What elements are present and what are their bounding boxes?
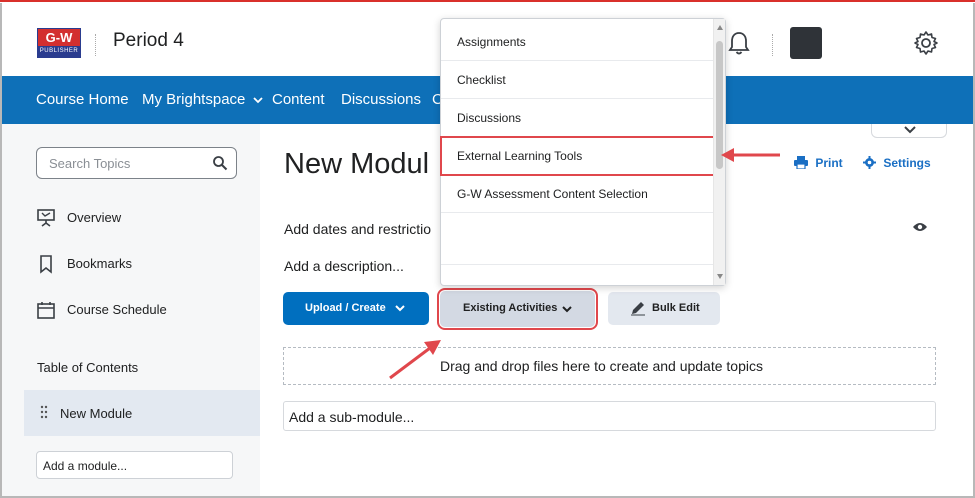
- callout-arrow-right: [721, 148, 780, 162]
- chevron-down-icon: [562, 306, 572, 313]
- nav-my-brightspace-label: My Brightspace: [142, 91, 246, 108]
- collapse-toggle[interactable]: [871, 124, 947, 138]
- sidebar-item-new-module[interactable]: New Module: [24, 390, 260, 436]
- upload-create-label: Upload / Create: [305, 302, 386, 314]
- gear-icon[interactable]: [913, 30, 939, 56]
- menu-item-external-learning-tools[interactable]: External Learning Tools: [440, 136, 715, 176]
- chevron-down-icon: [904, 126, 916, 134]
- nav-course-home[interactable]: Course Home: [36, 91, 129, 108]
- print-label: Print: [815, 156, 843, 170]
- settings-button[interactable]: Settings: [863, 156, 931, 170]
- presentation-icon: [37, 209, 55, 227]
- add-submodule-input[interactable]: Add a sub-module...: [283, 401, 936, 431]
- existing-activities-menu: Assignments Checklist Discussions Extern…: [440, 18, 726, 286]
- settings-label: Settings: [883, 156, 931, 170]
- submodule-text: Add a sub-module...: [289, 409, 415, 425]
- pencil-icon: [631, 302, 645, 316]
- upload-create-button[interactable]: Upload / Create: [283, 292, 429, 325]
- print-button[interactable]: Print: [794, 156, 843, 170]
- header-divider: [95, 34, 96, 56]
- page-title: New Modul: [284, 148, 430, 180]
- module-label: New Module: [60, 406, 133, 421]
- callout-arrow-up: [389, 340, 441, 380]
- sidebar-item-label: Course Schedule: [67, 302, 167, 317]
- logo-top-text: G-W: [38, 29, 80, 46]
- chevron-down-icon: [252, 97, 263, 104]
- bookmark-icon: [40, 255, 52, 274]
- sidebar-item-label: Overview: [67, 210, 122, 225]
- drag-handle-icon[interactable]: [40, 404, 48, 420]
- menu-item-label: External Learning Tools: [457, 149, 583, 163]
- menu-item-label: Checklist: [457, 73, 506, 87]
- menu-item-label: Assignments: [457, 35, 526, 49]
- menu-item-discussions[interactable]: Discussions: [441, 99, 714, 137]
- chevron-down-icon: [395, 305, 405, 312]
- existing-activities-button[interactable]: Existing Activities: [437, 288, 598, 330]
- menu-item-empty: [441, 213, 714, 265]
- top-accent-line: [0, 0, 975, 3]
- existing-activities-label: Existing Activities: [463, 302, 558, 314]
- nav-content[interactable]: Content: [272, 91, 325, 108]
- logo-bottom-text: PUBLISHER: [38, 46, 80, 57]
- gear-icon: [863, 156, 876, 169]
- nav-my-brightspace[interactable]: My Brightspace: [142, 91, 263, 108]
- bulk-edit-label: Bulk Edit: [652, 302, 700, 314]
- bell-icon[interactable]: [727, 30, 751, 56]
- dropzone-text: Drag and drop files here to create and u…: [440, 358, 763, 374]
- eye-icon[interactable]: [912, 221, 928, 233]
- menu-item-label: Discussions: [457, 111, 522, 125]
- add-module-text: Add a module...: [43, 459, 128, 473]
- sidebar: Search Topics Overview Bookmarks Course …: [2, 124, 260, 496]
- avatar[interactable]: [790, 27, 822, 59]
- menu-item-label: G-W Assessment Content Selection: [457, 187, 648, 201]
- printer-icon: [794, 156, 808, 170]
- header-divider-2: [772, 34, 773, 56]
- scroll-up-icon[interactable]: [717, 25, 723, 30]
- search-placeholder: Search Topics: [49, 156, 131, 171]
- add-dates-link[interactable]: Add dates and restrictio: [284, 221, 431, 237]
- bulk-edit-button[interactable]: Bulk Edit: [608, 292, 720, 325]
- menu-item-gw-assessment[interactable]: G-W Assessment Content Selection: [441, 175, 714, 213]
- search-topics-input[interactable]: Search Topics: [36, 147, 237, 179]
- course-title[interactable]: Period 4: [113, 30, 184, 52]
- sidebar-item-label: Bookmarks: [67, 256, 133, 271]
- publisher-logo[interactable]: G-W PUBLISHER: [37, 28, 81, 58]
- menu-item-checklist[interactable]: Checklist: [441, 61, 714, 99]
- calendar-icon: [37, 302, 55, 319]
- sidebar-item-bookmarks[interactable]: Bookmarks: [36, 252, 256, 276]
- add-module-input[interactable]: Add a module...: [36, 451, 233, 479]
- search-icon[interactable]: [212, 155, 228, 171]
- scroll-down-icon[interactable]: [717, 274, 723, 279]
- file-dropzone[interactable]: Drag and drop files here to create and u…: [283, 347, 936, 385]
- menu-item-assignments[interactable]: Assignments: [441, 23, 714, 61]
- nav-discussions[interactable]: Discussions: [341, 91, 421, 108]
- sidebar-item-overview[interactable]: Overview: [36, 206, 256, 230]
- table-of-contents-heading: Table of Contents: [37, 360, 139, 375]
- add-description-link[interactable]: Add a description...: [284, 258, 404, 274]
- sidebar-item-course-schedule[interactable]: Course Schedule: [36, 298, 256, 322]
